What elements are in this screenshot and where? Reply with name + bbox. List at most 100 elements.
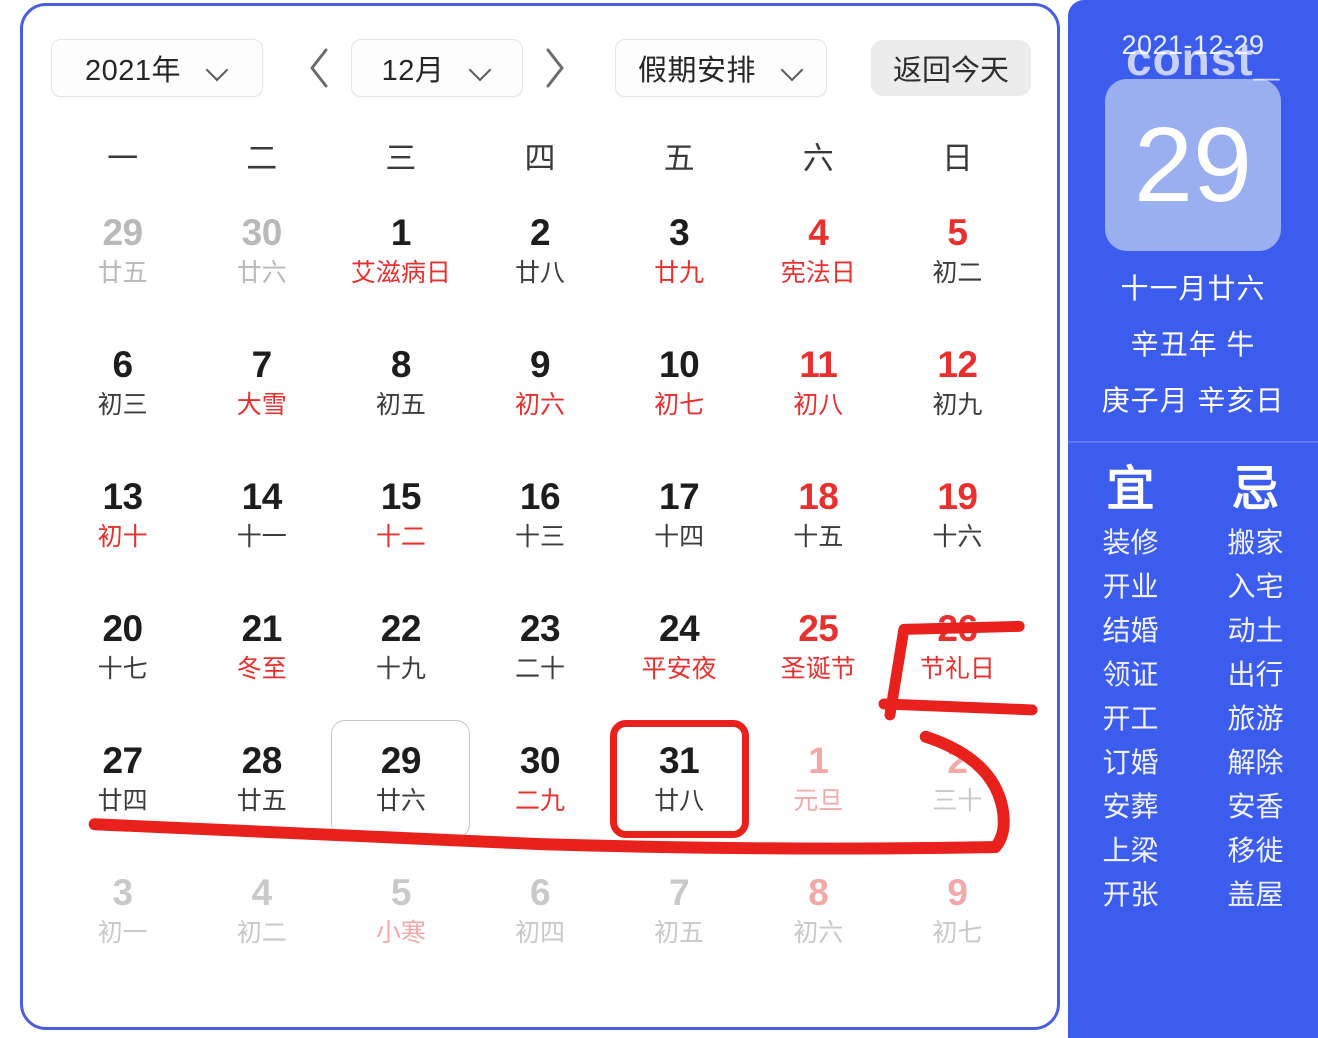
day-number: 2 — [947, 740, 968, 782]
day-number: 23 — [519, 608, 561, 650]
yi-item: 订婚 — [1102, 746, 1159, 778]
day-sublabel: 初五 — [654, 919, 705, 948]
week-row: 29 廿五 30 廿六 1 艾滋病日 2 廿八 3 廿九 4 宪法日 5 初二 — [23, 192, 1057, 310]
lunar-year: 辛丑年 牛 — [1130, 329, 1256, 360]
day-cell[interactable]: 21 冬至 — [192, 588, 331, 706]
day-sublabel: 廿八 — [654, 787, 705, 816]
day-cell[interactable]: 2 三十 — [888, 720, 1027, 838]
day-cell[interactable]: 28 廿五 — [192, 720, 331, 838]
day-cell[interactable]: 4 初二 — [192, 852, 331, 970]
day-cell[interactable]: 26 节礼日 — [888, 588, 1027, 706]
day-cell[interactable]: 4 宪法日 — [749, 192, 888, 310]
day-cell[interactable]: 3 廿九 — [610, 192, 749, 310]
day-sublabel: 初六 — [793, 919, 844, 948]
month-select[interactable]: 12月 — [351, 39, 523, 97]
month-select-label: 12月 — [381, 55, 445, 87]
day-sublabel: 初七 — [654, 391, 705, 420]
yi-item: 安葬 — [1102, 790, 1159, 822]
holiday-arrangement-select[interactable]: 假期安排 — [615, 39, 827, 97]
ji-list: 搬家 入宅 动土 出行 旅游 解除 安香 移徙 盖屋 — [1193, 521, 1318, 917]
day-number: 29 — [102, 212, 143, 254]
day-number: 16 — [519, 476, 561, 518]
day-number: 11 — [799, 344, 838, 386]
day-sublabel: 初七 — [932, 919, 983, 948]
day-cell[interactable]: 17 十四 — [610, 456, 749, 574]
day-cell[interactable]: 18 十五 — [749, 456, 888, 574]
day-cell[interactable]: 11 初八 — [749, 324, 888, 442]
weekday-3: 三 — [385, 141, 417, 176]
sidebar-date: 2021-12-29 — [1121, 30, 1265, 60]
day-number: 22 — [380, 608, 422, 650]
day-cell[interactable]: 7 大雪 — [192, 324, 331, 442]
day-cell[interactable]: 10 初七 — [610, 324, 749, 442]
day-sublabel: 十六 — [932, 523, 983, 552]
day-cell[interactable]: 30 廿六 — [192, 192, 331, 310]
next-month-button[interactable] — [523, 46, 587, 90]
day-cell[interactable]: 5 小寒 — [331, 852, 470, 970]
day-cell[interactable]: 9 初六 — [470, 324, 609, 442]
day-cell[interactable]: 3 初一 — [53, 852, 192, 970]
day-cell[interactable]: 1 艾滋病日 — [331, 192, 470, 310]
day-cell[interactable]: 8 初六 — [749, 852, 888, 970]
day-cell[interactable]: 13 初十 — [53, 456, 192, 574]
day-cell[interactable]: 25 圣诞节 — [749, 588, 888, 706]
day-sublabel: 初五 — [375, 391, 426, 420]
day-sublabel: 初八 — [793, 391, 844, 420]
day-cell[interactable]: 5 初二 — [888, 192, 1027, 310]
year-select[interactable]: 2021年 — [51, 39, 263, 97]
day-cell[interactable]: 6 初三 — [53, 324, 192, 442]
day-number: 5 — [947, 212, 968, 254]
day-cell[interactable]: 14 十一 — [192, 456, 331, 574]
day-cell[interactable]: 19 十六 — [888, 456, 1027, 574]
day-number: 1 — [808, 740, 829, 782]
day-cell[interactable]: 9 初七 — [888, 852, 1027, 970]
day-number: 12 — [937, 344, 978, 386]
yi-heading: 宜 — [1106, 463, 1155, 516]
day-cell[interactable]: 7 初五 — [610, 852, 749, 970]
big-day-box: 29 — [1105, 79, 1281, 251]
day-cell[interactable]: 31 廿八 — [609, 720, 749, 838]
prev-month-button[interactable] — [287, 46, 351, 90]
day-cell[interactable]: 29 廿六 — [331, 720, 471, 838]
day-number: 9 — [529, 344, 551, 386]
week-row: 13 初十 14 十一 15 十二 16 十三 17 十四 18 十五 19 十六 — [23, 456, 1057, 574]
day-cell[interactable]: 23 二十 — [470, 588, 609, 706]
day-cell[interactable]: 12 初九 — [888, 324, 1027, 442]
day-sublabel: 廿五 — [236, 787, 287, 816]
day-number: 19 — [937, 476, 978, 518]
calendar-app: 2021年 12月 假期安排 返回今天 一 二 三 四 五 六 日 29 廿五 … — [0, 0, 1318, 1038]
day-cell[interactable]: 27 廿四 — [53, 720, 192, 838]
back-to-today-button[interactable]: 返回今天 — [871, 40, 1032, 96]
day-sublabel: 初一 — [97, 919, 148, 948]
day-cell[interactable]: 6 初四 — [470, 852, 609, 970]
day-sublabel: 平安夜 — [641, 655, 717, 684]
day-cell[interactable]: 22 十九 — [331, 588, 470, 706]
day-sublabel: 初九 — [932, 391, 983, 420]
day-cell[interactable]: 15 十二 — [331, 456, 470, 574]
day-number: 7 — [251, 344, 273, 386]
day-cell[interactable]: 16 十三 — [470, 456, 609, 574]
day-number: 14 — [241, 476, 283, 518]
day-cell[interactable]: 29 廿五 — [53, 192, 192, 310]
day-sublabel: 初二 — [236, 919, 287, 948]
week-row: 6 初三 7 大雪 8 初五 9 初六 10 初七 11 初八 12 初九 — [23, 324, 1057, 442]
calendar-panel: 2021年 12月 假期安排 返回今天 一 二 三 四 五 六 日 29 廿五 … — [20, 3, 1060, 1030]
calendar-toolbar: 2021年 12月 假期安排 返回今天 — [23, 6, 1057, 97]
ji-item: 出行 — [1227, 658, 1284, 690]
day-sublabel: 大雪 — [236, 391, 287, 420]
day-cell[interactable]: 8 初五 — [331, 324, 470, 442]
weekday-1: 一 — [107, 141, 139, 176]
day-sublabel: 艾滋病日 — [350, 259, 451, 288]
day-cell[interactable]: 20 十七 — [53, 588, 192, 706]
day-cell[interactable]: 1 元旦 — [749, 720, 888, 838]
day-cell[interactable]: 30 二九 — [470, 720, 609, 838]
day-cell[interactable]: 24 平安夜 — [610, 588, 749, 706]
day-number: 5 — [390, 872, 412, 914]
day-cell[interactable]: 2 廿八 — [470, 192, 609, 310]
day-sublabel: 圣诞节 — [780, 655, 856, 684]
day-number: 2 — [529, 212, 551, 254]
day-number: 1 — [390, 212, 412, 254]
holiday-select-label: 假期安排 — [637, 55, 756, 87]
day-sublabel: 十五 — [793, 523, 844, 552]
day-number: 15 — [380, 476, 422, 518]
